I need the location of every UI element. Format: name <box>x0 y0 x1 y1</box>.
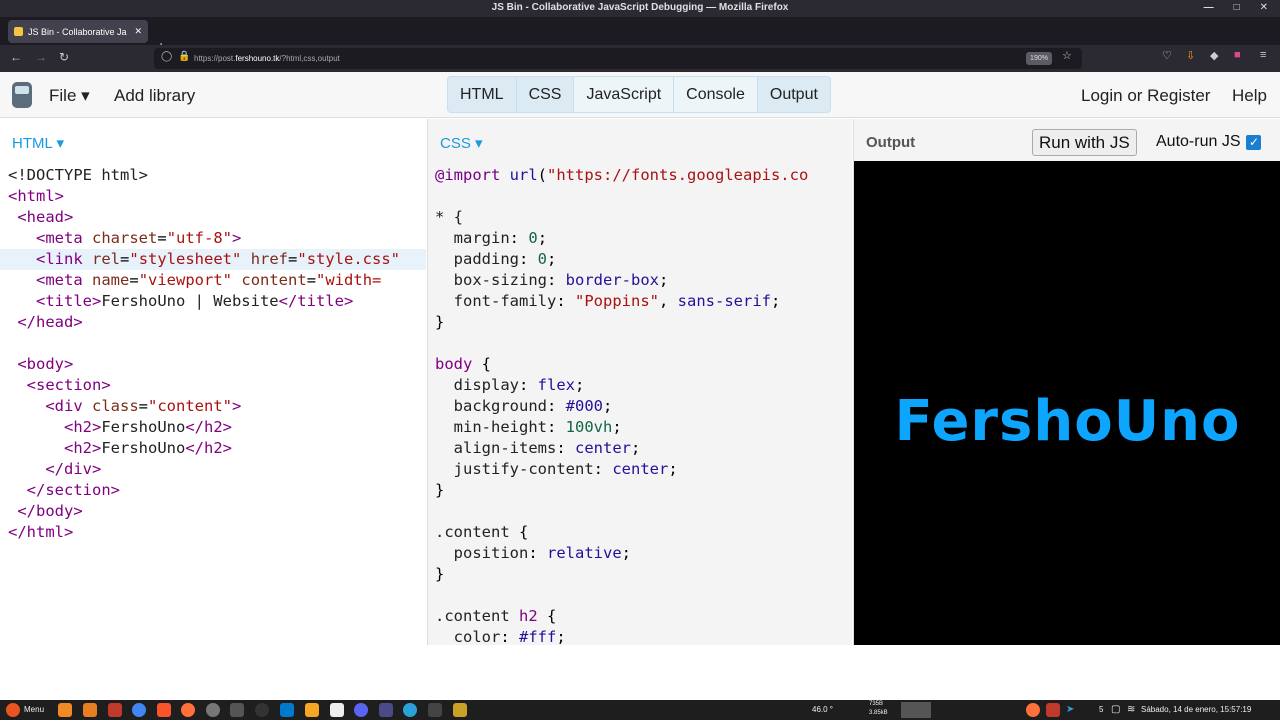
obs-icon[interactable] <box>255 703 269 717</box>
window-titlebar: JS Bin - Collaborative JavaScript Debugg… <box>0 0 1280 17</box>
document-icon[interactable] <box>330 703 344 717</box>
net-up: 735B <box>869 701 884 707</box>
tab-output[interactable]: Output <box>757 77 830 112</box>
add-library-button[interactable]: Add library <box>114 86 195 106</box>
css-editor[interactable]: @import url("https://fonts.googleapis.co… <box>435 165 808 645</box>
autorun-checkbox[interactable]: ✓ <box>1246 134 1262 150</box>
firefox-icon[interactable] <box>181 703 195 717</box>
tab-close-icon[interactable]: ✕ <box>134 26 142 37</box>
reload-icon[interactable]: ↻ <box>59 50 69 64</box>
telegram-icon[interactable] <box>403 703 417 717</box>
login-register-link[interactable]: Login or Register <box>1081 86 1210 106</box>
close-icon[interactable]: ✕ <box>1260 0 1268 17</box>
shield-icon[interactable]: ◯ <box>161 51 172 62</box>
minimize-icon[interactable]: — <box>1204 0 1214 17</box>
run-with-js-button[interactable]: Run with JS <box>1032 129 1137 156</box>
window-title: JS Bin - Collaborative JavaScript Debugg… <box>491 2 789 13</box>
app2-icon[interactable] <box>305 703 319 717</box>
url-domain: fershouno.tk <box>235 54 280 63</box>
tab-console[interactable]: Console <box>674 77 758 112</box>
maximize-icon[interactable]: □ <box>1234 0 1240 17</box>
vscode-icon[interactable] <box>280 703 294 717</box>
firefox-tray-icon[interactable] <box>1026 703 1040 717</box>
app-menu-icon[interactable]: ≡ <box>1260 49 1266 61</box>
workspace-preview[interactable] <box>901 702 931 718</box>
brave-icon[interactable] <box>157 703 171 717</box>
url-prefix: https://post. <box>194 54 236 63</box>
html-panel-label[interactable]: HTML ▾ <box>12 134 64 152</box>
tab-css[interactable]: CSS <box>516 77 575 112</box>
app3-icon[interactable] <box>379 703 393 717</box>
settings-icon[interactable] <box>206 703 220 717</box>
app-icon[interactable] <box>230 703 244 717</box>
app5-icon[interactable] <box>453 703 467 717</box>
url-suffix: /?html,css,output <box>279 54 340 63</box>
browser-tab[interactable]: JS Bin - Collaborative Ja ✕ <box>8 20 148 43</box>
forward-icon[interactable]: → <box>35 50 47 64</box>
autorun-label: Auto-run JS <box>1156 133 1241 150</box>
help-link[interactable]: Help <box>1232 86 1267 106</box>
lock-icon[interactable]: 🔒 <box>178 51 190 62</box>
menu-label[interactable]: Menu <box>24 705 44 714</box>
notifications-icon[interactable]: ▢ <box>1111 704 1120 715</box>
file-menu[interactable]: File ▾ <box>49 86 90 106</box>
net-down: 3.85kB <box>869 710 888 716</box>
tab-html[interactable]: HTML <box>448 77 517 112</box>
output-panel: Output Run with JS Auto-run JS ✓ FershoU… <box>853 119 1280 645</box>
telegram-tray-icon[interactable]: ➤ <box>1066 704 1074 715</box>
tab-javascript[interactable]: JavaScript <box>574 77 675 112</box>
tab-title: JS Bin - Collaborative Ja <box>28 26 127 37</box>
bookmark-star-icon[interactable]: ☆ <box>1062 49 1072 62</box>
zoom-level[interactable]: 190% <box>1026 52 1052 65</box>
download-icon[interactable]: ⇩ <box>1186 49 1195 62</box>
jsbin-logo-icon[interactable] <box>12 82 32 108</box>
workspace-number: 5 <box>1099 705 1104 714</box>
menu-logo-icon[interactable] <box>6 703 20 717</box>
output-panel-label: Output <box>866 134 916 151</box>
tray-icon[interactable] <box>1046 703 1060 717</box>
pocket-icon[interactable]: ♡ <box>1162 49 1172 62</box>
css-panel-label[interactable]: CSS ▾ <box>440 134 483 152</box>
cpu-temp: 46.0 ° <box>812 705 833 714</box>
back-icon[interactable]: ← <box>10 50 22 64</box>
panel-tabs: HTML CSS JavaScript Console Output <box>447 76 831 113</box>
folder-icon[interactable] <box>83 703 97 717</box>
jsbin-favicon-icon <box>14 27 23 36</box>
css-panel[interactable]: CSS ▾ @import url("https://fonts.googlea… <box>427 119 852 645</box>
html-panel[interactable]: HTML ▾ <!DOCTYPE html> <html> <head> <met… <box>0 119 426 645</box>
jsbin-header: File ▾ Add library HTML CSS JavaScript C… <box>0 72 1280 118</box>
output-preview[interactable]: FershoUno <box>854 161 1280 645</box>
network-icon[interactable]: ≋ <box>1127 704 1135 715</box>
url-bar[interactable]: https://post.fershouno.tk/?html,css,outp… <box>154 48 1082 69</box>
nav-bar: ← → ↻ https://post.fershouno.tk/?html,cs… <box>0 45 1280 72</box>
preview-heading: FershoUno <box>894 389 1241 454</box>
files-icon[interactable] <box>58 703 72 717</box>
clock: Sábado, 14 de enero, 15:57:19 <box>1141 705 1252 714</box>
extension-shield-icon[interactable]: ◆ <box>1210 49 1218 62</box>
tab-bar: JS Bin - Collaborative Ja ✕ + <box>0 17 1280 54</box>
extension-icon[interactable]: ■ <box>1234 49 1241 61</box>
app4-icon[interactable] <box>428 703 442 717</box>
html-editor[interactable]: <!DOCTYPE html> <html> <head> <meta chars… <box>0 165 426 543</box>
terminal-icon[interactable] <box>108 703 122 717</box>
autorun-toggle[interactable]: Auto-run JS ✓ <box>1156 133 1262 151</box>
discord-icon[interactable] <box>354 703 368 717</box>
chrome-icon[interactable] <box>132 703 146 717</box>
system-taskbar: Menu 46.0 ° 735B 3.85kB ➤ 5 ▢ ≋ Sábado, … <box>0 700 1280 720</box>
